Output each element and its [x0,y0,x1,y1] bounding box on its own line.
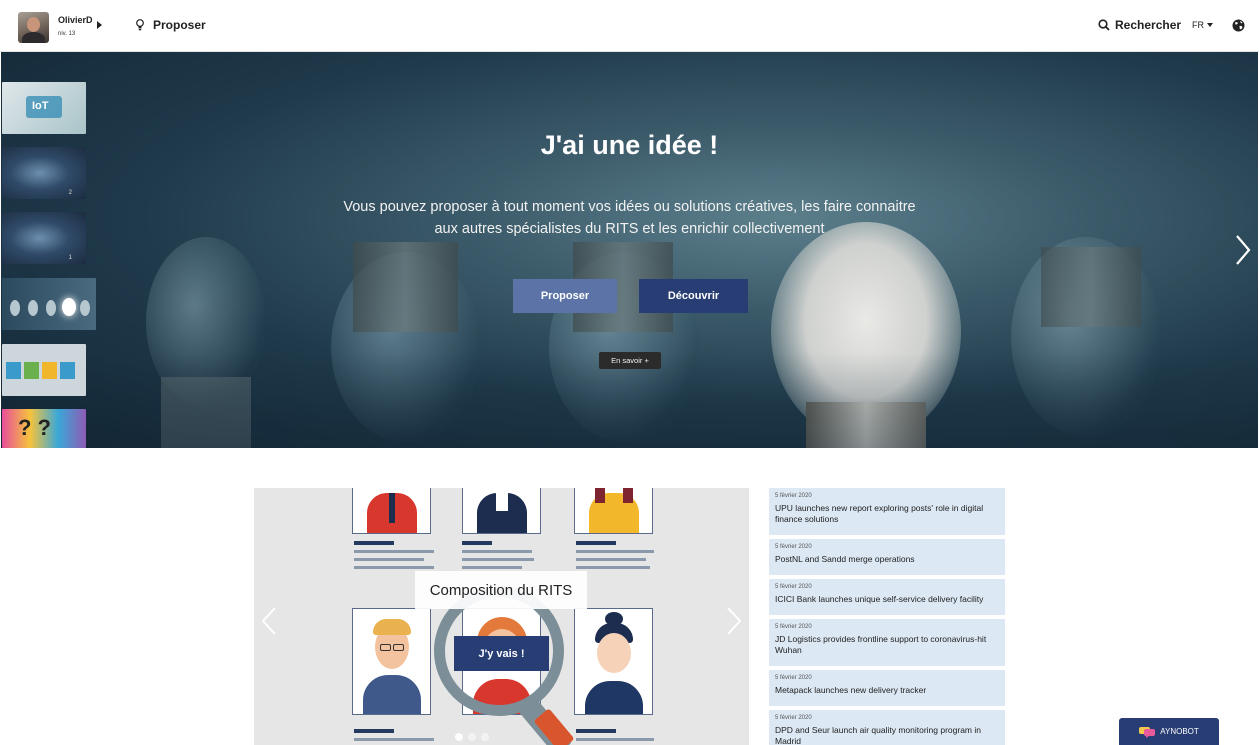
nav-search[interactable]: Rechercher [1098,18,1181,32]
user-name[interactable]: OlivierD [58,15,93,25]
hero-description: Vous pouvez proposer à tout moment vos i… [343,199,916,237]
avatar[interactable] [18,12,49,43]
thumbnail-bulbs[interactable] [2,278,96,330]
lightbulb-icon [136,19,144,31]
news-item[interactable]: 5 février 2020 JD Logistics provides fro… [769,619,1005,666]
news-item[interactable]: 5 février 2020 PostNL and Sandd merge op… [769,539,1005,575]
news-item[interactable]: 5 février 2020 Metapack launches new del… [769,670,1005,706]
news-title[interactable]: ICICI Bank launches unique self-service … [775,594,999,605]
user-level: niv. 13 [58,31,76,37]
nav-proposer[interactable]: Proposer [135,18,206,32]
carousel-caption: Composition du RITS [415,571,587,609]
nav-proposer-label: Proposer [153,18,206,32]
person-card [574,608,653,715]
news-date: 5 février 2020 [775,584,812,590]
news-title[interactable]: DPD and Seur launch air quality monitori… [775,725,999,745]
news-date: 5 février 2020 [775,544,812,550]
hero-banner: IoT 2 1 ? ? J'ai une idée ! Vous pouvez … [1,52,1258,448]
nav-search-label: Rechercher [1115,18,1182,32]
top-navbar: OlivierD niv. 13 Proposer Rechercher FR [0,0,1259,52]
news-title[interactable]: Metapack launches new delivery tracker [775,685,999,696]
carousel-dot[interactable] [468,733,476,741]
chatbot-label: AYNOBOT [1160,727,1199,736]
news-date: 5 février 2020 [775,715,812,721]
person-card [352,488,431,534]
rits-carousel: Composition du RITS J'y vais ! [254,488,749,745]
hero-title: J'ai une idée ! [540,130,719,160]
language-selector[interactable]: FR [1192,20,1213,30]
news-item[interactable]: 5 février 2020 DPD and Seur launch air q… [769,710,1005,745]
news-date: 5 février 2020 [775,624,812,630]
chat-bubble-icon [1139,726,1156,738]
person-card [574,488,653,534]
thumbnail-questions[interactable]: ? ? [2,409,86,448]
thumbnail-info[interactable] [2,344,86,396]
carousel-dot[interactable] [455,733,463,741]
person-card [462,488,541,534]
news-item[interactable]: 5 février 2020 UPU launches new report e… [769,488,1005,535]
news-title[interactable]: JD Logistics provides frontline support … [775,634,999,656]
language-label: FR [1192,20,1204,30]
user-menu-caret-icon[interactable] [97,21,102,29]
globe-icon[interactable] [1232,19,1245,32]
search-icon [1098,19,1110,31]
decouvrir-button[interactable]: Découvrir [639,279,748,313]
en-savoir-plus-button[interactable]: En savoir + [599,352,661,369]
news-title[interactable]: UPU launches new report exploring posts'… [775,503,999,525]
news-title[interactable]: PostNL and Sandd merge operations [775,554,999,565]
thumbnail-network-1[interactable]: 1 [2,212,86,264]
thumbnail-iot[interactable]: IoT [2,82,86,134]
carousel-dot[interactable] [481,733,489,741]
news-date: 5 février 2020 [775,675,812,681]
proposer-button[interactable]: Proposer [513,279,617,313]
chevron-right-icon[interactable] [1234,234,1252,266]
chevron-down-icon [1207,23,1213,27]
chevron-left-icon[interactable] [261,606,277,636]
jy-vais-button[interactable]: J'y vais ! [454,636,549,671]
chatbot-button[interactable]: AYNOBOT [1119,718,1219,745]
chevron-right-icon[interactable] [726,606,742,636]
news-date: 5 février 2020 [775,493,812,499]
news-item[interactable]: 5 février 2020 ICICI Bank launches uniqu… [769,579,1005,615]
person-card-glasses [352,608,431,715]
